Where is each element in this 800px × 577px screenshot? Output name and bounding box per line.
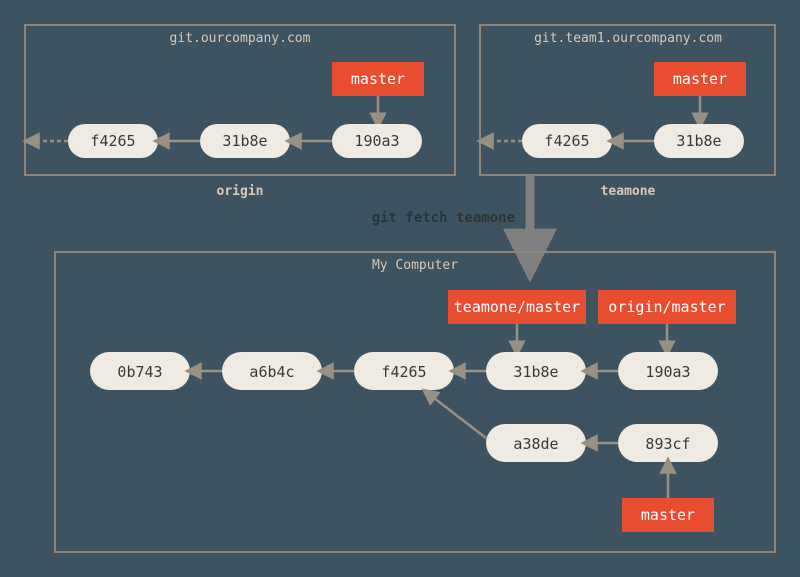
- arrow-icon: [434, 398, 486, 438]
- svg-text:893cf: 893cf: [645, 435, 690, 453]
- branch-teamone-master: master: [654, 62, 746, 96]
- panel-teamone-label: teamone: [601, 184, 656, 199]
- panel-teamone: git.team1.ourcompany.com teamone master …: [480, 25, 775, 199]
- panel-origin: git.ourcompany.com origin master f4265 3…: [25, 25, 455, 199]
- svg-text:f4265: f4265: [381, 363, 426, 381]
- svg-text:origin/master: origin/master: [608, 298, 725, 316]
- svg-text:f4265: f4265: [544, 132, 589, 150]
- branch-local-master: master: [622, 498, 714, 532]
- commit-node: f4265: [354, 352, 454, 390]
- commit-node: 31b8e: [486, 352, 586, 390]
- commit-node: 31b8e: [200, 124, 290, 158]
- svg-text:190a3: 190a3: [645, 363, 690, 381]
- branch-teamone-remote: teamone/master: [448, 290, 586, 324]
- panel-origin-title: git.ourcompany.com: [170, 31, 311, 46]
- commit-node: f4265: [522, 124, 612, 158]
- diagram-canvas: git.ourcompany.com origin master f4265 3…: [0, 0, 800, 577]
- commit-node: a6b4c: [222, 352, 322, 390]
- commit-node: 190a3: [618, 352, 718, 390]
- commit-node: 31b8e: [654, 124, 744, 158]
- svg-text:a6b4c: a6b4c: [249, 363, 294, 381]
- svg-text:master: master: [641, 506, 695, 524]
- commit-node: 0b743: [90, 352, 190, 390]
- panel-local: My Computer teamone/master origin/master…: [55, 252, 775, 552]
- svg-text:teamone/master: teamone/master: [454, 298, 580, 316]
- svg-text:31b8e: 31b8e: [513, 363, 558, 381]
- panel-teamone-title: git.team1.ourcompany.com: [534, 31, 722, 46]
- panel-origin-label: origin: [217, 184, 264, 199]
- svg-text:f4265: f4265: [90, 132, 135, 150]
- commit-node: 893cf: [618, 424, 718, 462]
- commit-node: a38de: [486, 424, 586, 462]
- branch-origin-master: master: [332, 62, 424, 96]
- commit-node: 190a3: [332, 124, 422, 158]
- svg-text:0b743: 0b743: [117, 363, 162, 381]
- panel-local-title: My Computer: [372, 258, 458, 273]
- svg-text:190a3: 190a3: [354, 132, 399, 150]
- svg-text:a38de: a38de: [513, 435, 558, 453]
- svg-text:master: master: [673, 70, 727, 88]
- svg-text:31b8e: 31b8e: [222, 132, 267, 150]
- svg-text:master: master: [351, 70, 405, 88]
- commit-node: f4265: [68, 124, 158, 158]
- branch-origin-remote: origin/master: [598, 290, 736, 324]
- command-label: git fetch teamone: [372, 210, 515, 226]
- svg-text:31b8e: 31b8e: [676, 132, 721, 150]
